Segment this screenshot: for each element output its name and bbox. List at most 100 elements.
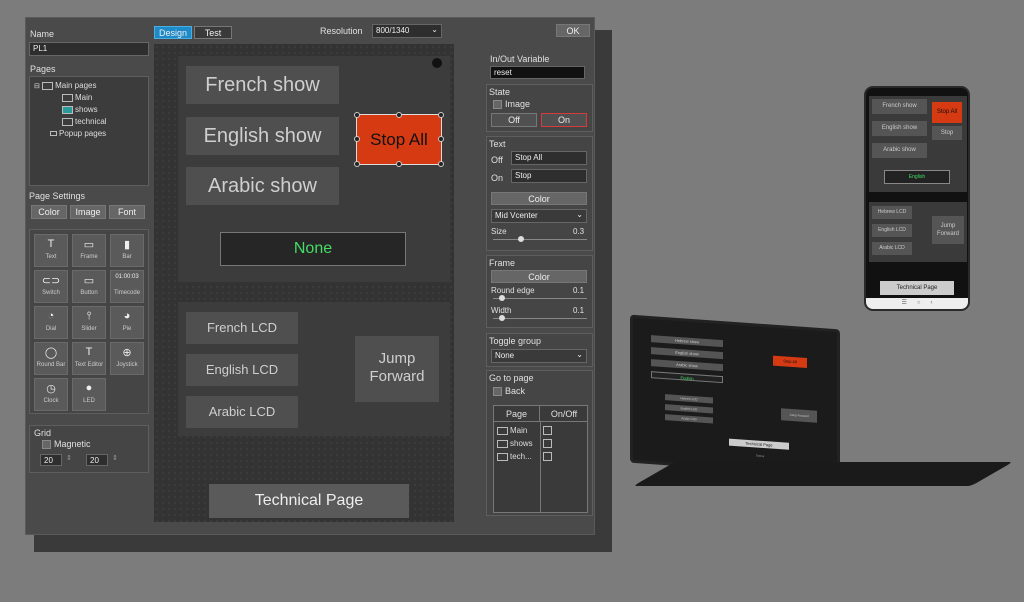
page-icon (62, 105, 73, 114)
page-settings-label: Page Settings (29, 191, 86, 201)
goto-page-table: Page On/Off Main shows tech... (493, 405, 588, 513)
home-icon: ○ (916, 300, 921, 306)
ok-button[interactable]: OK (556, 24, 590, 37)
english-lcd-button[interactable]: English LCD (186, 354, 298, 386)
spinner-icon[interactable]: ⇕ (112, 454, 118, 462)
french-show-button[interactable]: French show (186, 66, 339, 104)
resize-handle[interactable] (354, 112, 360, 118)
text-color-button[interactable]: Color (491, 192, 587, 205)
table-row[interactable]: Main (497, 426, 527, 435)
frame-label: Frame (489, 258, 516, 268)
size-label: Size (491, 227, 507, 236)
tab-design[interactable]: Design (154, 26, 192, 39)
tool-dial[interactable]: ◔ Dial (34, 306, 68, 339)
tool-pie[interactable]: ◕ Pie (110, 306, 144, 339)
resize-handle[interactable] (354, 161, 360, 167)
image-checkbox[interactable]: Image (493, 99, 530, 110)
tree-technical[interactable]: technical (62, 117, 107, 126)
slider-tool-icon: ⫯ (86, 310, 92, 322)
spinner-icon[interactable]: ⇕ (66, 454, 72, 462)
table-row[interactable]: shows (497, 439, 533, 448)
resize-handle[interactable] (438, 136, 444, 142)
arabic-lcd-button[interactable]: Arabic LCD (186, 396, 298, 428)
french-lcd-button[interactable]: French LCD (186, 312, 298, 344)
tool-bar[interactable]: ▮ Bar (110, 234, 144, 267)
state-off-button[interactable]: Off (491, 113, 537, 127)
tree-main-pages[interactable]: ⊟ Main pages (34, 81, 96, 90)
resize-handle[interactable] (438, 161, 444, 167)
table-row[interactable]: tech... (497, 452, 532, 461)
switch-tool-icon: ⊂⊃ (41, 275, 61, 287)
tab-test[interactable]: Test (194, 26, 232, 39)
inout-variable-input[interactable]: reset (490, 66, 585, 79)
round-edge-slider[interactable] (493, 298, 587, 299)
state-panel: State Image Off On (486, 84, 593, 132)
page-font-button[interactable]: Font (109, 205, 145, 219)
english-show-button[interactable]: English show (186, 117, 339, 155)
tree-popup-pages[interactable]: Popup pages (50, 129, 106, 138)
folder-icon (42, 81, 54, 90)
width-slider-thumb[interactable] (499, 315, 506, 321)
page-color-button[interactable]: Color (31, 205, 67, 219)
text-panel: Text Off Stop All On Stop Color Mid Vcen… (486, 136, 593, 251)
goto-page-panel: Go to page Back Page On/Off Main shows t… (486, 370, 593, 516)
popup-icon (50, 131, 57, 137)
menu-icon: ☰ (901, 300, 907, 306)
name-input[interactable]: PL1 (29, 42, 149, 56)
text-off-input[interactable]: Stop All (511, 151, 587, 165)
tree-main[interactable]: Main (62, 93, 92, 102)
pages-label: Pages (30, 64, 56, 74)
text-align-select[interactable]: Mid Vcenter ⌄ (491, 209, 587, 223)
page-image-button[interactable]: Image (70, 205, 106, 219)
grid-label: Grid (34, 428, 52, 438)
page-toggle-checkbox[interactable] (543, 439, 552, 448)
phone-status-display: English (884, 170, 950, 184)
page-toggle-checkbox[interactable] (543, 452, 552, 461)
laptop-preview: Hebrew show English show Arabic show Sto… (630, 314, 840, 478)
tool-joystick[interactable]: ⊕ Joystick (110, 342, 144, 375)
page-icon (62, 93, 73, 102)
page-toggle-checkbox[interactable] (543, 426, 552, 435)
resize-handle[interactable] (396, 161, 402, 167)
inout-variable-label: In/Out Variable (490, 54, 550, 64)
tool-timecode[interactable]: 01:00:03 Timecode (110, 270, 144, 303)
jump-forward-button[interactable]: Jump Forward (355, 336, 439, 402)
toggle-group-select[interactable]: None ⌄ (491, 349, 587, 363)
round-edge-slider-thumb[interactable] (499, 295, 506, 301)
tool-clock[interactable]: ◷ Clock (34, 378, 68, 411)
size-slider-thumb[interactable] (518, 236, 525, 242)
state-on-button[interactable]: On (541, 113, 587, 127)
state-label: State (489, 87, 511, 97)
frame-color-button[interactable]: Color (491, 270, 587, 283)
tool-button[interactable]: ▭ Button (72, 270, 106, 303)
tool-led[interactable]: ● LED (72, 378, 106, 411)
tool-switch[interactable]: ⊂⊃ Switch (34, 270, 68, 303)
toggle-group-label: Toggle group (489, 336, 542, 346)
back-checkbox[interactable]: Back (493, 386, 525, 397)
tool-text-editor[interactable]: T Text Editor (72, 342, 106, 375)
technical-page-button[interactable]: Technical Page (209, 484, 409, 518)
tool-frame[interactable]: ▭ Frame (72, 234, 106, 267)
stop-all-button[interactable]: Stop All (356, 114, 442, 165)
width-slider[interactable] (493, 318, 587, 319)
resize-handle[interactable] (438, 112, 444, 118)
phone-stop: Stop (932, 126, 962, 140)
tool-text[interactable]: T Text (34, 234, 68, 267)
tool-slider[interactable]: ⫯ Slider (72, 306, 106, 339)
pie-tool-icon: ◕ (123, 310, 131, 322)
resolution-select[interactable]: 800/1340 ⌄ (372, 24, 442, 38)
chevron-down-icon: ⌄ (576, 350, 583, 359)
arabic-show-button[interactable]: Arabic show (186, 167, 339, 205)
grid-y-input[interactable]: 20 (86, 454, 108, 466)
back-icon: ‹ (930, 300, 933, 306)
magnetic-checkbox[interactable]: Magnetic (42, 439, 91, 450)
resize-handle[interactable] (354, 136, 360, 142)
resize-handle[interactable] (396, 112, 402, 118)
size-slider[interactable] (493, 239, 587, 240)
tree-shows[interactable]: shows (62, 105, 98, 114)
text-on-input[interactable]: Stop (511, 169, 587, 183)
grid-x-input[interactable]: 20 (40, 454, 62, 466)
design-canvas[interactable]: French show English show Arabic show Sto… (154, 44, 454, 522)
laptop-hebrew-show: Hebrew show (651, 335, 723, 348)
tool-round-bar[interactable]: ◯ Round Bar (34, 342, 68, 375)
